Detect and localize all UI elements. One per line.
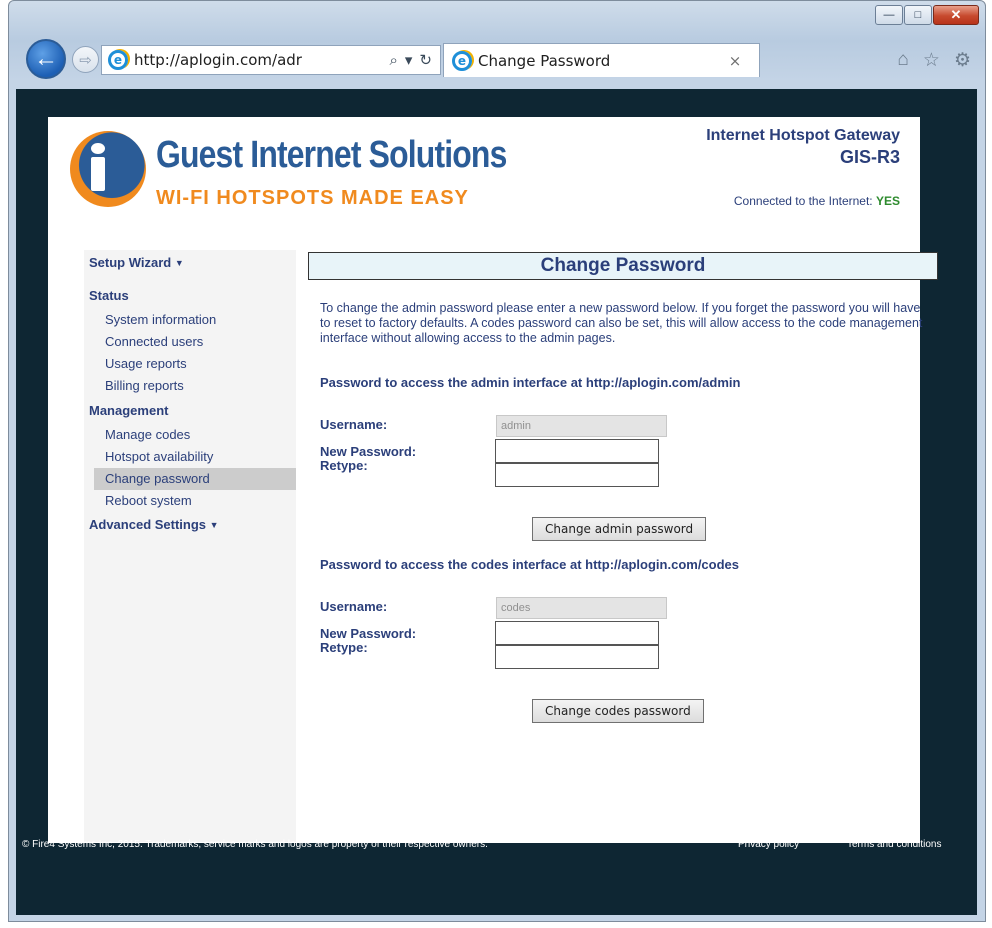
- codes-retype-input[interactable]: [495, 645, 659, 669]
- admin-username-label: Username:: [320, 417, 388, 432]
- window-caption-buttons: — □ ✕: [874, 5, 979, 25]
- browser-window: — □ ✕ ← ⇨ e http://aplogin.com/adr ⌕ ▾ ↻…: [8, 0, 986, 922]
- sidebar-management-heading: Management: [89, 403, 169, 418]
- home-icon[interactable]: ⌂: [897, 49, 908, 72]
- sidebar-item-manage-codes[interactable]: Manage codes: [84, 424, 296, 446]
- brand-name: Guest Internet Solutions: [156, 134, 507, 176]
- expand-icon: ▼: [174, 258, 184, 268]
- admin-new-password-input[interactable]: [495, 439, 659, 463]
- intro-text: To change the admin password please ente…: [320, 301, 923, 345]
- tab-title: Change Password: [478, 51, 611, 70]
- sidebar-item-change-password[interactable]: Change password: [94, 468, 296, 490]
- connection-value: YES: [875, 194, 900, 208]
- admin-retype-label: Retype:: [320, 458, 368, 473]
- sidebar-item-hotspot-availability[interactable]: Hotspot availability: [84, 446, 296, 468]
- terms-link[interactable]: Terms and conditions: [847, 839, 942, 850]
- page-body: Guest Internet Solutions WI-FI HOTSPOTS …: [48, 117, 938, 843]
- codes-retype-label: Retype:: [320, 640, 368, 655]
- change-codes-password-button[interactable]: Change codes password: [532, 699, 704, 723]
- sidebar-setup-wizard-label: Setup Wizard: [89, 255, 172, 270]
- privacy-policy-link[interactable]: Privacy policy: [738, 839, 799, 850]
- browser-toolbar: ← ⇨ e http://aplogin.com/adr ⌕ ▾ ↻ e Cha…: [9, 27, 985, 89]
- sidebar-item-usage-reports[interactable]: Usage reports: [84, 353, 296, 375]
- sidebar-item-system-information[interactable]: System information: [84, 309, 296, 331]
- forward-button[interactable]: ⇨: [72, 46, 99, 73]
- logo-dot: [91, 143, 105, 154]
- brand-tagline: WI-FI HOTSPOTS MADE EASY: [156, 187, 469, 209]
- toolbar-icons: ⌂ ☆ ⚙: [897, 49, 971, 72]
- codes-password-form: Username: codes New Password: Retype:: [320, 597, 938, 671]
- codes-button-row: Change codes password: [308, 671, 938, 723]
- tab-close-icon[interactable]: ×: [725, 52, 745, 70]
- ie-logo-icon: e: [108, 50, 128, 70]
- back-button[interactable]: ←: [26, 39, 66, 79]
- codes-username-label: Username:: [320, 599, 388, 614]
- gear-icon[interactable]: ⚙: [954, 49, 971, 72]
- logo-circle-icon: [70, 131, 146, 207]
- sidebar-item-connected-users[interactable]: Connected users: [84, 331, 296, 353]
- sidebar-setup-wizard[interactable]: Setup Wizard ▼: [84, 252, 296, 273]
- dropdown-icon[interactable]: ▾: [405, 51, 413, 69]
- address-bar[interactable]: e http://aplogin.com/adr ⌕ ▾ ↻: [101, 45, 441, 75]
- admin-retype-input[interactable]: [495, 463, 659, 487]
- page-title: Change Password: [308, 252, 938, 280]
- codes-new-password-label: New Password:: [320, 626, 417, 641]
- expand-icon: ▼: [209, 520, 219, 530]
- logo-i: [91, 157, 105, 191]
- forward-arrow-icon: ⇨: [79, 51, 92, 69]
- codes-username-field: codes: [496, 597, 667, 619]
- footer-copyright: © Fire4 Systems Inc, 2015. Trademarks, s…: [22, 839, 488, 850]
- admin-password-form: Username: admin New Password: Retype:: [320, 415, 938, 489]
- minimize-button[interactable]: —: [875, 5, 903, 25]
- favorites-icon[interactable]: ☆: [923, 49, 940, 72]
- connection-label: Connected to the Internet:: [733, 194, 873, 208]
- back-arrow-icon: ←: [34, 45, 58, 72]
- address-tools: ⌕ ▾ ↻: [381, 51, 440, 69]
- sidebar-item-billing-reports[interactable]: Billing reports: [84, 375, 296, 397]
- product-model: GIS-R3: [839, 147, 900, 167]
- footer: © Fire4 Systems Inc, 2015. Trademarks, s…: [18, 839, 978, 853]
- codes-section-heading: Password to access the codes interface a…: [320, 557, 740, 572]
- connection-status: Connected to the Internet: YES: [734, 194, 900, 208]
- sidebar-advanced-label: Advanced Settings: [89, 517, 207, 532]
- sidebar-status-heading: Status: [89, 288, 129, 303]
- admin-new-password-label: New Password:: [320, 444, 417, 459]
- sidebar-item-reboot-system[interactable]: Reboot system: [84, 490, 296, 512]
- sidebar: Setup Wizard ▼ Status System information…: [84, 250, 296, 842]
- product-info: Internet Hotspot Gateway GIS-R3: [706, 127, 900, 168]
- main-content: Change Password To change the admin pass…: [308, 252, 938, 723]
- admin-username-field: admin: [496, 415, 667, 437]
- sidebar-advanced-settings[interactable]: Advanced Settings ▼: [84, 514, 296, 535]
- refresh-icon[interactable]: ↻: [419, 51, 432, 69]
- maximize-button[interactable]: □: [904, 5, 932, 25]
- page-frame: Guest Internet Solutions WI-FI HOTSPOTS …: [16, 89, 977, 915]
- admin-button-row: Change admin password: [308, 489, 938, 541]
- tab-change-password[interactable]: e Change Password ×: [443, 43, 760, 77]
- admin-section-heading: Password to access the admin interface a…: [320, 375, 741, 390]
- codes-new-password-input[interactable]: [495, 621, 659, 645]
- product-line: Internet Hotspot Gateway: [706, 127, 900, 144]
- search-icon[interactable]: ⌕: [389, 51, 397, 69]
- tab-ie-icon: e: [452, 50, 472, 71]
- address-url[interactable]: http://aplogin.com/adr: [134, 51, 381, 69]
- close-window-button[interactable]: ✕: [933, 5, 979, 25]
- change-admin-password-button[interactable]: Change admin password: [532, 517, 707, 541]
